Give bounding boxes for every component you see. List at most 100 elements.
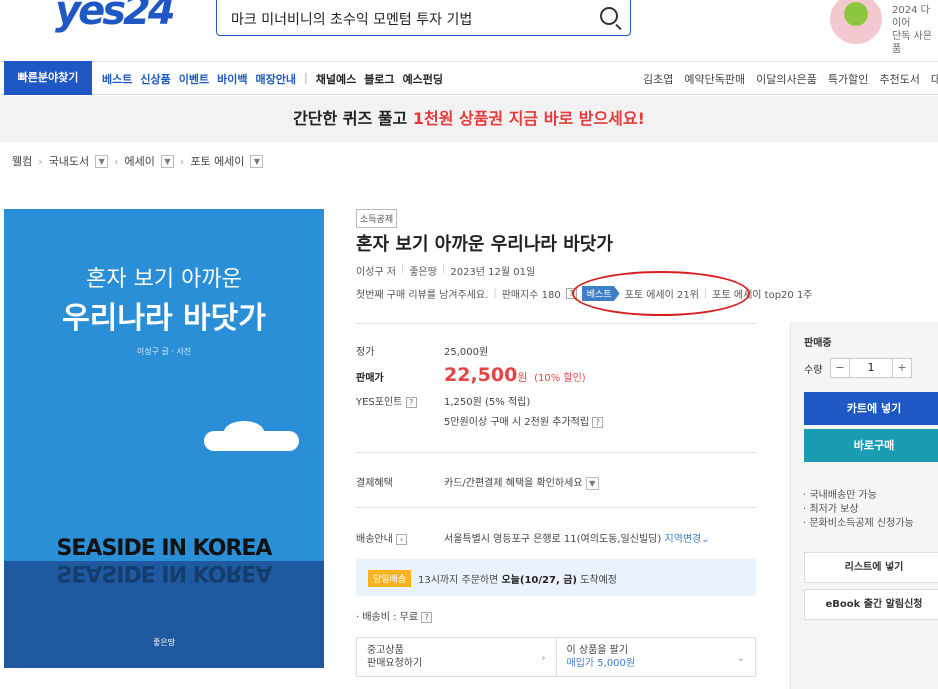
list-price-label: 정가 xyxy=(356,347,375,358)
nav-item-channel[interactable]: 채널예스 xyxy=(316,71,356,87)
book-publisher[interactable]: 좋은땅 xyxy=(409,263,437,278)
cloud-image xyxy=(204,421,299,451)
book-author[interactable]: 이성구 저 xyxy=(356,263,396,278)
search-icon[interactable] xyxy=(600,7,618,25)
region-change-link[interactable]: 지역변경 xyxy=(664,534,701,545)
shipping-label-text: 배송안내 xyxy=(356,534,393,545)
info-item: · 국내배송만 가능 xyxy=(803,490,877,501)
qty-label: 수량 xyxy=(804,365,823,376)
chevron-right-icon: › xyxy=(179,154,185,168)
chevron-right-icon: › xyxy=(38,154,43,168)
help-icon[interactable]: ? xyxy=(421,612,433,623)
promo-text[interactable]: 2024 다이어 단독 사은품 xyxy=(892,4,938,56)
delivery-pre: 13시까지 주문하면 xyxy=(418,575,502,586)
nav-right: 김초엽 예약단독판매 이달의사은품 특가할인 추천도서 대용 xyxy=(643,71,938,87)
nav-item-buyback[interactable]: 바이백 xyxy=(217,71,247,87)
nav-item-blog[interactable]: 블로그 xyxy=(364,71,394,87)
payment-benefit[interactable]: 카드/간편결제 혜택을 확인하세요 ▼ xyxy=(444,474,599,490)
divider: | xyxy=(493,288,497,299)
search-input[interactable]: 마크 미너비니의 초수익 모멘텀 투자 기법 xyxy=(216,0,631,36)
nav-right-item[interactable]: 예약단독판매 xyxy=(684,71,745,87)
help-icon[interactable]: ? xyxy=(405,397,417,408)
chevron-down-icon[interactable]: ⌄ xyxy=(701,534,709,545)
highlight-annotation-oval xyxy=(572,271,750,316)
purchase-info-list: · 국내배송만 가능 · 최저가 보상 · 문화비소득공제 신청가능 xyxy=(803,489,914,531)
promo-line2[interactable]: 단독 사은품 xyxy=(892,30,938,56)
breadcrumb-domestic[interactable]: 국내도서 xyxy=(49,153,89,169)
point-label-text: YES포인트 xyxy=(356,397,403,408)
buy-now-button[interactable]: 바로구매 xyxy=(804,429,938,462)
quick-category-button[interactable]: 빠른분야찾기 xyxy=(4,61,92,95)
used-title: 중고상품 xyxy=(367,645,404,656)
delivery-estimate: 13시까지 주문하면 오늘(10/27, 금) 도착예정 xyxy=(418,571,617,586)
nav-divider: | xyxy=(303,71,308,84)
cover-author: 이성구 글 · 사진 xyxy=(136,347,192,356)
divider: | xyxy=(441,263,446,274)
quantity-stepper[interactable]: − 1 + xyxy=(830,358,912,378)
add-to-wishlist-button[interactable]: 리스트에 넣기 xyxy=(804,552,938,583)
nav-right-item[interactable]: 대용 xyxy=(931,71,938,87)
cover-english-reflection: SEASIDE IN KOREA xyxy=(56,560,272,585)
ebook-alert-button[interactable]: eBook 출간 알림신청 xyxy=(804,589,938,620)
minus-icon[interactable]: − xyxy=(831,359,849,377)
cover-title-line1: 혼자 보기 아까운 xyxy=(86,267,242,292)
cover-title-line2: 우리나라 바닷가 xyxy=(62,301,266,336)
payment-label: 결제혜택 xyxy=(356,478,393,489)
point-label: YES포인트 ? xyxy=(356,393,417,408)
nav-item-funding[interactable]: 예스펀딩 xyxy=(403,71,443,87)
nav-right-item[interactable]: 이달의사은품 xyxy=(756,71,817,87)
quiz-banner[interactable]: 간단한 퀴즈 풀고 1천원 상품권 지금 바로 받으세요! xyxy=(0,96,938,142)
breadcrumb-home[interactable]: 웰컴 xyxy=(12,153,32,169)
sell-this-item[interactable]: 이 상품을 팔기 매입가 5,000원 ⌄ xyxy=(555,638,756,676)
nav-item-new[interactable]: 신상품 xyxy=(140,71,170,87)
yes24-logo[interactable]: yes24 xyxy=(55,0,176,34)
review-link[interactable]: 첫번째 구매 리뷰를 남겨주세요. xyxy=(356,286,488,301)
shipping-label: 배송안내 › xyxy=(356,530,407,545)
buyback-price: 매입가 5,000원 xyxy=(566,658,636,669)
info-item: · 최저가 보상 xyxy=(803,504,859,515)
plus-icon[interactable]: + xyxy=(893,359,911,377)
book-meta: 이성구 저 | 좋은땅 | 2023년 12월 01일 xyxy=(356,263,535,278)
divider-line xyxy=(356,323,756,324)
shipping-fee-text: · 배송비 : 무료 xyxy=(356,612,419,623)
used-book-box: 중고상품 판매요청하기 › 이 상품을 팔기 매입가 5,000원 ⌄ xyxy=(356,637,756,677)
point-extra-text: 5만원이상 구매 시 2천원 추가적립 xyxy=(444,417,590,428)
dropdown-icon[interactable]: ▼ xyxy=(585,477,599,490)
quantity-value[interactable]: 1 xyxy=(849,359,893,377)
nav-right-item[interactable]: 김초엽 xyxy=(643,71,673,87)
chevron-right-icon[interactable]: › xyxy=(396,534,407,545)
nav-item-best[interactable]: 베스트 xyxy=(102,71,132,87)
nav-item-store[interactable]: 매장안내 xyxy=(256,71,296,87)
shipping-fee: · 배송비 : 무료 ? xyxy=(356,608,433,623)
sell-title: 이 상품을 팔기 xyxy=(566,645,629,656)
sales-index: 판매지수 180 xyxy=(501,290,561,301)
quiz-highlight: 1천원 상품권 지금 바로 받으세요! xyxy=(412,109,645,128)
breadcrumb-photo-essay[interactable]: 포토 에세이 xyxy=(190,153,244,169)
sale-price-value: 22,500 xyxy=(444,364,518,386)
used-sell-request[interactable]: 중고상품 판매요청하기 › xyxy=(357,638,556,676)
address-text: 서울특별시 영등포구 은행로 11(여의도동,일신빌딩) xyxy=(444,534,662,545)
divider: | xyxy=(400,263,405,274)
promo-line1[interactable]: 2024 다이어 xyxy=(892,4,938,30)
help-icon[interactable]: ? xyxy=(592,417,604,428)
dropdown-icon[interactable]: ▼ xyxy=(160,154,174,168)
book-date: 2023년 12월 01일 xyxy=(450,267,536,278)
nav-right-item[interactable]: 특가할인 xyxy=(828,71,868,87)
book-cover[interactable]: 혼자 보기 아까운 우리나라 바닷가 이성구 글 · 사진 SEASIDE IN… xyxy=(4,209,324,668)
point-extra: 5만원이상 구매 시 2천원 추가적립 ? xyxy=(444,413,604,428)
dropdown-icon[interactable]: ▼ xyxy=(95,154,109,168)
chevron-right-icon: › xyxy=(114,154,119,168)
chevron-down-icon: ⌄ xyxy=(736,653,745,664)
divider-line xyxy=(356,452,756,453)
breadcrumb-essay[interactable]: 에세이 xyxy=(125,153,155,169)
nav-right-item[interactable]: 추천도서 xyxy=(879,71,919,87)
add-to-cart-button[interactable]: 카트에 넣기 xyxy=(804,392,938,425)
dropdown-icon[interactable]: ▼ xyxy=(250,154,264,168)
chevron-right-icon: › xyxy=(541,653,546,664)
quiz-text: 간단한 퀴즈 풀고 xyxy=(293,109,413,128)
payment-benefit-text[interactable]: 카드/간편결제 혜택을 확인하세요 xyxy=(444,478,583,489)
same-day-delivery-box: 당일배송 13시까지 주문하면 오늘(10/27, 금) 도착예정 xyxy=(356,559,756,596)
promo-image[interactable] xyxy=(830,0,882,44)
search-text[interactable]: 마크 미너비니의 초수익 모멘텀 투자 기법 xyxy=(231,12,472,28)
nav-item-event[interactable]: 이벤트 xyxy=(179,71,209,87)
